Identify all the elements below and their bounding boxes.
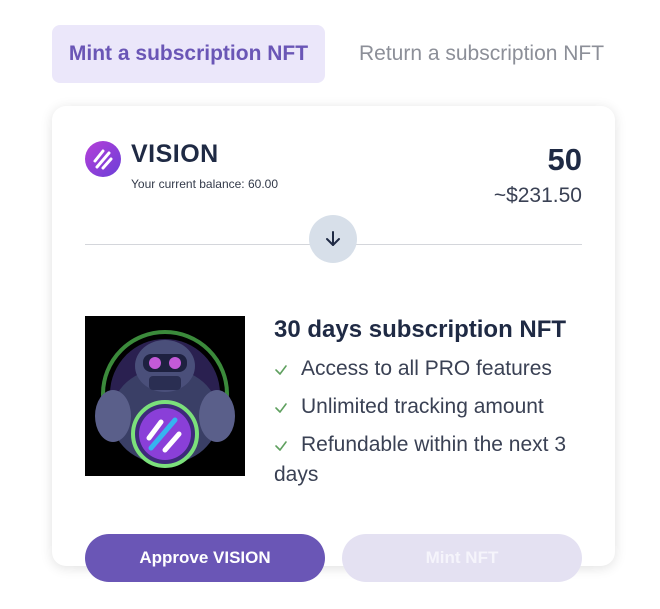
vision-token-icon <box>85 141 121 177</box>
token-balance: Your current balance: 60.00 <box>131 177 278 191</box>
mint-nft-button[interactable]: Mint NFT <box>342 534 582 582</box>
approve-button[interactable]: Approve VISION <box>85 534 325 582</box>
feature-text: Unlimited tracking amount <box>301 395 544 418</box>
tab-bar: Mint a subscription NFT Return a subscri… <box>52 25 615 83</box>
feature-text: Access to all PRO features <box>301 357 552 380</box>
feature-list: Access to all PRO features Unlimited tra… <box>274 354 594 498</box>
swap-direction-button[interactable] <box>309 215 357 263</box>
feature-item: Access to all PRO features <box>274 354 594 384</box>
token-name: VISION <box>131 140 219 168</box>
tab-return-subscription[interactable]: Return a subscription NFT <box>325 25 615 83</box>
check-icon <box>275 365 287 375</box>
feature-item: Refundable within the next 3 days <box>274 430 594 490</box>
check-icon <box>275 441 287 451</box>
token-amount: 50 <box>547 142 582 177</box>
arrow-down-icon <box>326 231 340 246</box>
tab-mint-subscription[interactable]: Mint a subscription NFT <box>52 25 325 83</box>
check-icon <box>275 403 287 413</box>
nft-gorilla-image <box>85 316 245 476</box>
mint-card: VISION Your current balance: 60.00 50 ~$… <box>52 106 615 582</box>
nft-title: 30 days subscription NFT <box>274 316 567 343</box>
token-fiat-value: ~$231.50 <box>493 184 582 207</box>
feature-text: Refundable within the next 3 days <box>274 433 567 486</box>
feature-item: Unlimited tracking amount <box>274 392 594 422</box>
